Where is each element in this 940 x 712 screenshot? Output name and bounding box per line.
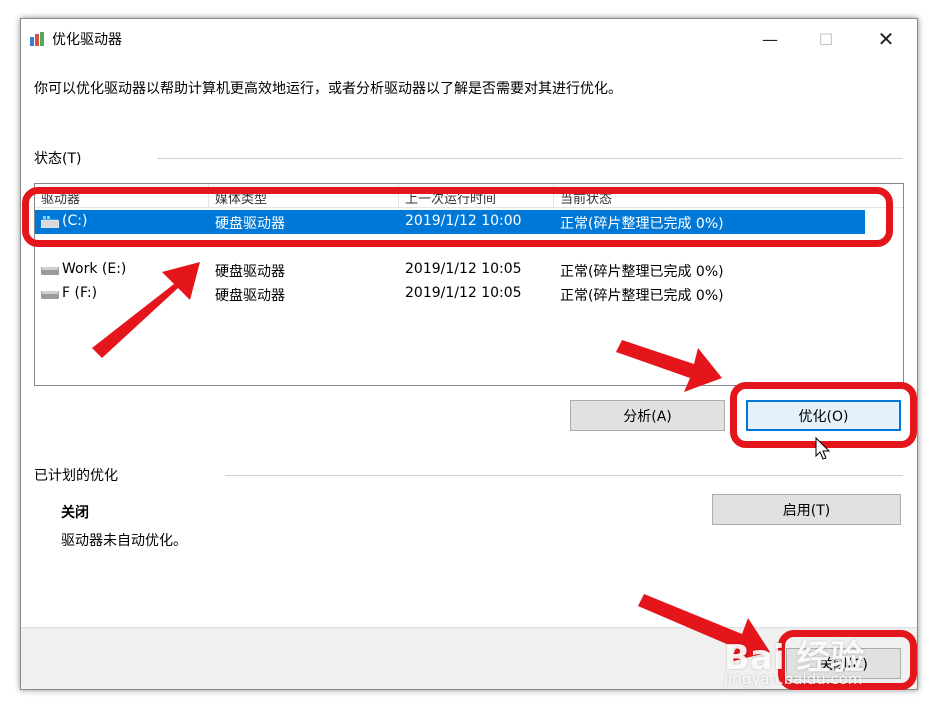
- mouse-cursor-icon: [815, 436, 831, 460]
- annotation-arrows: [92, 262, 831, 662]
- arrow-to-drive-icon: [92, 262, 200, 358]
- arrow-to-optimize-icon: [616, 340, 722, 392]
- watermark-url: jingyan.baidu.com: [724, 670, 863, 688]
